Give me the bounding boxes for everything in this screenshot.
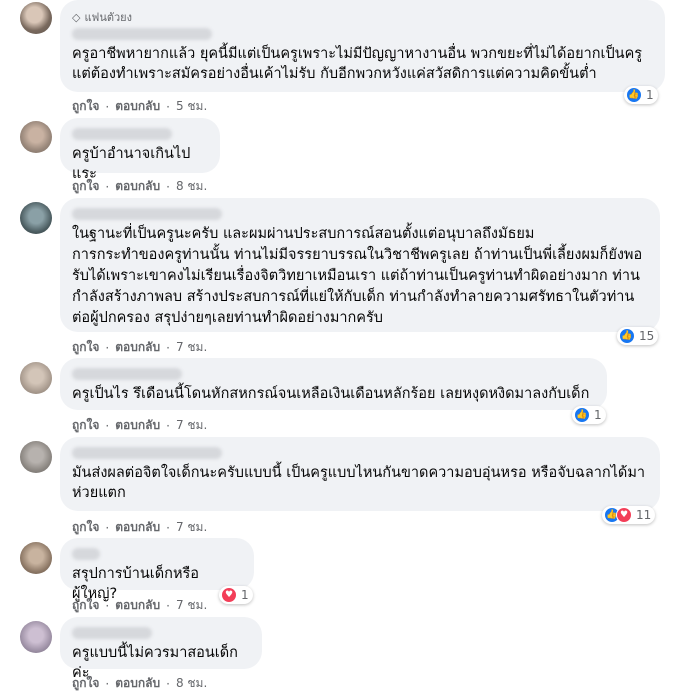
commenter-name[interactable] xyxy=(72,627,152,639)
like-button[interactable]: ถูกใจ xyxy=(72,674,99,693)
comment-actions: ถูกใจ · ตอบกลับ · 7 ชม. xyxy=(72,416,207,435)
avatar[interactable] xyxy=(20,121,52,153)
commenter-name[interactable] xyxy=(72,447,222,459)
avatar[interactable] xyxy=(20,2,52,34)
avatar[interactable] xyxy=(20,362,52,394)
separator: · xyxy=(166,520,170,535)
like-icon: 👍 xyxy=(574,407,590,423)
comment-text: ในฐานะที่เป็นครูนะครับ และผมผ่านประสบการ… xyxy=(72,226,643,326)
avatar[interactable] xyxy=(20,542,52,574)
comment-bubble: มันส่งผลต่อจิตใจเด็กนะครับแบบนี้ เป็นครู… xyxy=(60,437,660,511)
like-button[interactable]: ถูกใจ xyxy=(72,518,99,537)
commenter-name[interactable] xyxy=(72,548,100,560)
separator: · xyxy=(166,179,170,194)
timestamp[interactable]: 8 ชม. xyxy=(176,674,207,693)
comment-bubble: ครูเป็นไร รึเดือนนี้โดนหักสหกรณ์จนเหลือเ… xyxy=(60,358,607,410)
avatar[interactable] xyxy=(20,441,52,473)
comment-bubble: ครูแบบนี้ไม่ควรมาสอนเด็กค่ะ xyxy=(60,617,262,681)
separator: · xyxy=(166,598,170,613)
separator: · xyxy=(105,676,110,691)
reaction-count: 1 xyxy=(646,88,654,102)
comment-actions: ถูกใจ · ตอบกลับ · 7 ชม. xyxy=(72,596,207,615)
reply-button[interactable]: ตอบกลับ xyxy=(115,596,160,615)
separator: · xyxy=(105,340,110,355)
diamond-icon: ◇ xyxy=(72,10,81,24)
comment-text: ครูอาชีพหายากแล้ว ยุคนี้มีแต่เป็นครูเพรา… xyxy=(72,46,643,82)
timestamp[interactable]: 8 ชม. xyxy=(176,177,207,196)
reaction-summary[interactable]: 👍 1 xyxy=(624,86,658,104)
badge-row: ◇ แฟนตัวยง xyxy=(72,8,653,26)
avatar[interactable] xyxy=(20,202,52,234)
reaction-count: 15 xyxy=(639,329,655,343)
love-icon: ♥ xyxy=(221,587,237,603)
timestamp[interactable]: 7 ชม. xyxy=(176,596,207,615)
commenter-name[interactable] xyxy=(72,28,212,40)
like-button[interactable]: ถูกใจ xyxy=(72,97,99,116)
comment-bubble: ในฐานะที่เป็นครูนะครับ และผมผ่านประสบการ… xyxy=(60,198,660,332)
reaction-summary[interactable]: ♥ 1 xyxy=(219,586,253,604)
commenter-name[interactable] xyxy=(72,128,172,140)
reaction-count: 1 xyxy=(241,588,249,602)
separator: · xyxy=(105,179,110,194)
reply-button[interactable]: ตอบกลับ xyxy=(115,518,160,537)
comment-actions: ถูกใจ · ตอบกลับ · 5 ชม. xyxy=(72,97,207,116)
timestamp[interactable]: 5 ชม. xyxy=(176,97,207,116)
like-button[interactable]: ถูกใจ xyxy=(72,416,99,435)
avatar[interactable] xyxy=(20,621,52,653)
separator: · xyxy=(105,418,110,433)
reaction-summary[interactable]: 👍 ♥ 11 xyxy=(602,506,656,524)
timestamp[interactable]: 7 ชม. xyxy=(176,518,207,537)
comment-actions: ถูกใจ · ตอบกลับ · 8 ชม. xyxy=(72,177,207,196)
separator: · xyxy=(105,520,110,535)
love-icon: ♥ xyxy=(616,507,632,523)
separator: · xyxy=(166,676,170,691)
timestamp[interactable]: 7 ชม. xyxy=(176,416,207,435)
reply-button[interactable]: ตอบกลับ xyxy=(115,416,160,435)
reaction-count: 1 xyxy=(594,408,602,422)
timestamp[interactable]: 7 ชม. xyxy=(176,338,207,357)
reaction-summary[interactable]: 👍 15 xyxy=(617,327,659,345)
like-button[interactable]: ถูกใจ xyxy=(72,338,99,357)
reply-button[interactable]: ตอบกลับ xyxy=(115,177,160,196)
comment-actions: ถูกใจ · ตอบกลับ · 7 ชม. xyxy=(72,338,207,357)
reply-button[interactable]: ตอบกลับ xyxy=(115,338,160,357)
like-icon: 👍 xyxy=(626,87,642,103)
separator: · xyxy=(166,340,170,355)
reply-button[interactable]: ตอบกลับ xyxy=(115,674,160,693)
comment-bubble: ◇ แฟนตัวยง ครูอาชีพหายากแล้ว ยุคนี้มีแต่… xyxy=(60,0,665,92)
separator: · xyxy=(166,99,170,114)
top-fan-badge: แฟนตัวยง xyxy=(84,11,133,24)
comment-actions: ถูกใจ · ตอบกลับ · 7 ชม. xyxy=(72,518,207,537)
comment-bubble: ครูบ้าอำนาจเกินไปแระ xyxy=(60,118,220,182)
separator: · xyxy=(166,418,170,433)
commenter-name[interactable] xyxy=(72,208,222,220)
reaction-count: 11 xyxy=(636,508,652,522)
comment-bubble: สรุปการบ้านเด็กหรือผู้ใหญ่? xyxy=(60,538,254,602)
like-icon: 👍 xyxy=(619,328,635,344)
comment-text: ครูเป็นไร รึเดือนนี้โดนหักสหกรณ์จนเหลือเ… xyxy=(72,386,590,402)
comment-actions: ถูกใจ · ตอบกลับ · 8 ชม. xyxy=(72,674,207,693)
like-button[interactable]: ถูกใจ xyxy=(72,596,99,615)
separator: · xyxy=(105,99,110,114)
reaction-summary[interactable]: 👍 1 xyxy=(572,406,606,424)
reply-button[interactable]: ตอบกลับ xyxy=(115,97,160,116)
comment-text: มันส่งผลต่อจิตใจเด็กนะครับแบบนี้ เป็นครู… xyxy=(72,465,646,501)
like-button[interactable]: ถูกใจ xyxy=(72,177,99,196)
commenter-name[interactable] xyxy=(72,368,182,380)
separator: · xyxy=(105,598,110,613)
